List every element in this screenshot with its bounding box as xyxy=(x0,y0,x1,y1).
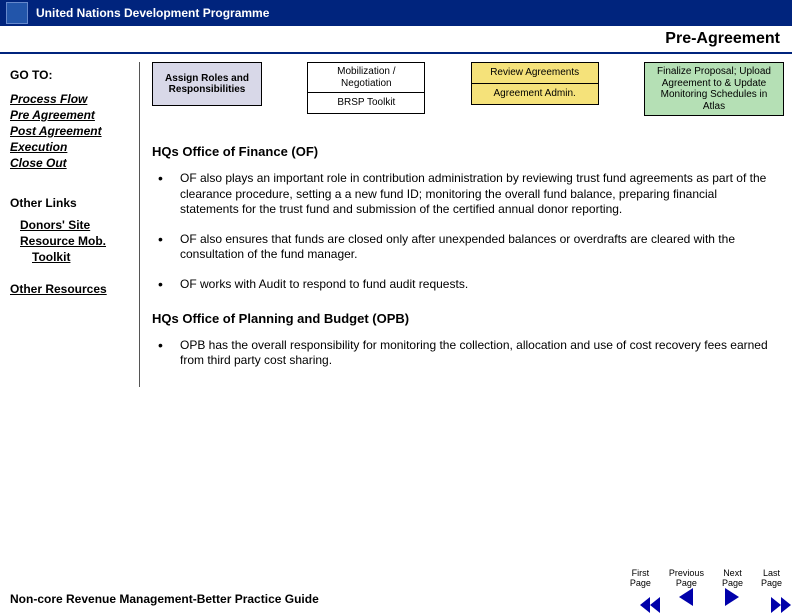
footer-guide-title: Non-core Revenue Management-Better Pract… xyxy=(10,592,319,606)
app-header: United Nations Development Programme xyxy=(0,0,792,26)
nav-process-flow[interactable]: Process Flow xyxy=(10,92,131,106)
page-title: Pre-Agreement xyxy=(653,26,792,52)
box-agreement-admin[interactable]: Agreement Admin. xyxy=(471,83,599,105)
box-assign-roles[interactable]: Assign Roles and Responsibilities xyxy=(152,62,262,106)
nav-execution[interactable]: Execution xyxy=(10,140,131,154)
bullet-of-1: • OF also plays an important role in con… xyxy=(158,171,778,218)
box-brsp-toolkit[interactable]: BRSP Toolkit xyxy=(307,92,425,114)
box-finalize-proposal[interactable]: Finalize Proposal; Upload Agreement to &… xyxy=(644,62,784,116)
box-review-agreements[interactable]: Review Agreements xyxy=(471,62,599,84)
bullet-of-1-text: OF also plays an important role in contr… xyxy=(180,171,778,218)
link-other-resources[interactable]: Other Resources xyxy=(10,282,131,296)
section-opb-title: HQs Office of Planning and Budget (OPB) xyxy=(152,311,784,326)
other-links-label: Other Links xyxy=(10,196,131,210)
bullet-of-2: • OF also ensures that funds are closed … xyxy=(158,232,778,263)
next-page-button[interactable]: Next Page xyxy=(722,569,743,606)
bullet-opb-1: • OPB has the overall responsibility for… xyxy=(158,338,778,369)
bullet-icon: • xyxy=(158,338,180,369)
link-toolkit[interactable]: Toolkit xyxy=(32,250,131,264)
box-mobilization[interactable]: Mobilization / Negotiation xyxy=(307,62,425,93)
bullet-opb-1-text: OPB has the overall responsibility for m… xyxy=(180,338,778,369)
link-donors-site[interactable]: Donors' Site xyxy=(20,218,131,232)
link-resource-mob[interactable]: Resource Mob. xyxy=(20,234,131,248)
nav-pre-agreement[interactable]: Pre Agreement xyxy=(10,108,131,122)
last-page-label-b: Page xyxy=(761,579,782,588)
nav-close-out[interactable]: Close Out xyxy=(10,156,131,170)
prev-page-label-b: Page xyxy=(676,579,697,588)
last-page-button[interactable]: Last Page xyxy=(761,569,782,606)
undp-logo-icon xyxy=(6,2,28,24)
goto-label: GO TO: xyxy=(10,68,131,82)
main-content: Assign Roles and Responsibilities Mobili… xyxy=(140,62,792,387)
sidebar: GO TO: Process Flow Pre Agreement Post A… xyxy=(0,62,140,387)
bullet-icon: • xyxy=(158,277,180,293)
bullet-of-2-text: OF also ensures that funds are closed on… xyxy=(180,232,778,263)
previous-page-button[interactable]: Previous Page xyxy=(669,569,704,606)
right-arrow-icon xyxy=(725,588,739,606)
first-page-label-b: Page xyxy=(630,579,651,588)
bullet-of-3-text: OF works with Audit to respond to fund a… xyxy=(180,277,778,293)
title-bar: Pre-Agreement xyxy=(0,26,792,54)
left-arrow-icon xyxy=(679,588,693,606)
org-name: United Nations Development Programme xyxy=(36,6,269,20)
bullet-of-3: • OF works with Audit to respond to fund… xyxy=(158,277,778,293)
footer: Non-core Revenue Management-Better Pract… xyxy=(0,569,792,606)
bullet-icon: • xyxy=(158,232,180,263)
nav-post-agreement[interactable]: Post Agreement xyxy=(10,124,131,138)
page-nav-buttons: First Page Previous Page Next Page Last … xyxy=(630,569,782,606)
first-page-button[interactable]: First Page xyxy=(630,569,651,606)
section-of-title: HQs Office of Finance (OF) xyxy=(152,144,784,159)
bullet-icon: • xyxy=(158,171,180,218)
next-page-label-b: Page xyxy=(722,579,743,588)
process-boxes-row: Assign Roles and Responsibilities Mobili… xyxy=(152,62,784,116)
